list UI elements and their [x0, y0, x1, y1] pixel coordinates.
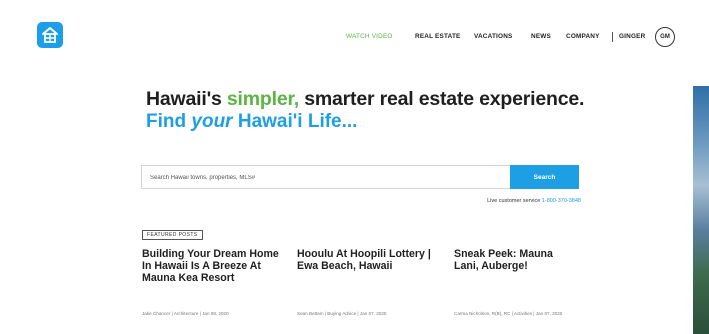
nav-news[interactable]: NEWS — [531, 30, 551, 44]
nav-real-estate[interactable]: REAL ESTATE — [415, 30, 461, 44]
home-logo-icon[interactable] — [37, 22, 63, 48]
hero-subhead: Find your Hawai'i Life... — [146, 111, 358, 132]
customer-service-line: Live customer service 1-800-370-3848 — [487, 198, 581, 204]
hero-headline: Hawaii's simpler, smarter real estate ex… — [146, 88, 585, 110]
nav-ginger[interactable]: GINGER — [619, 30, 645, 44]
search-box — [141, 165, 510, 189]
featured-post-title[interactable]: Building Your Dream Home In Hawaii Is A … — [142, 248, 282, 285]
search-input[interactable] — [142, 167, 510, 189]
nav-company[interactable]: COMPANY — [566, 30, 600, 44]
featured-post-title[interactable]: Sneak Peek: Mauna Lani, Auberge! — [454, 248, 579, 272]
search-button[interactable]: Search — [510, 165, 579, 189]
featured-post-meta: Sean Bettam | Buying Advice | Jan 07, 20… — [297, 311, 387, 316]
featured-post-meta: Jake Chancer | Architecture | Jan 08, 20… — [142, 311, 229, 316]
featured-posts-tag: FEATURED POSTS — [142, 230, 203, 240]
nav-vacations[interactable]: VACATIONS — [474, 30, 513, 44]
nav-divider — [612, 32, 613, 42]
hero-photo-edge — [693, 86, 709, 334]
support-phone-link[interactable]: 1-800-370-3848 — [542, 198, 581, 204]
featured-post-meta: Carma Nicholson, R(B), RC | Activities |… — [454, 311, 563, 316]
nav-watch-video[interactable]: WATCH VIDEO — [346, 30, 393, 44]
user-avatar[interactable]: GM — [655, 27, 675, 47]
featured-post-title[interactable]: Hooulu At Hoopili Lottery | Ewa Beach, H… — [297, 248, 442, 272]
